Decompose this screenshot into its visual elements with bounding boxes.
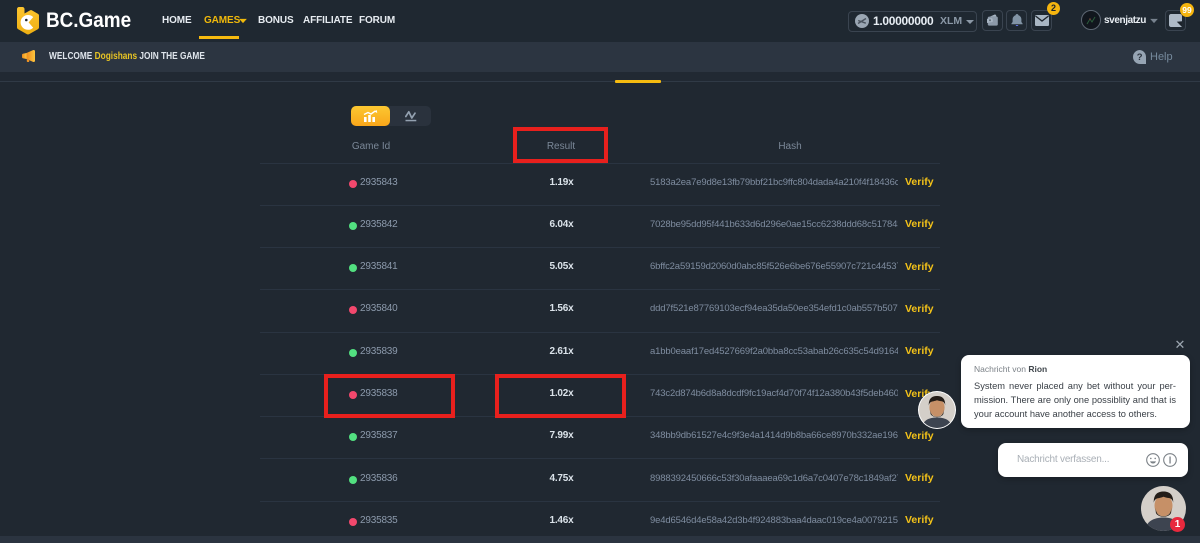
svg-text:?: ? (1137, 52, 1143, 63)
